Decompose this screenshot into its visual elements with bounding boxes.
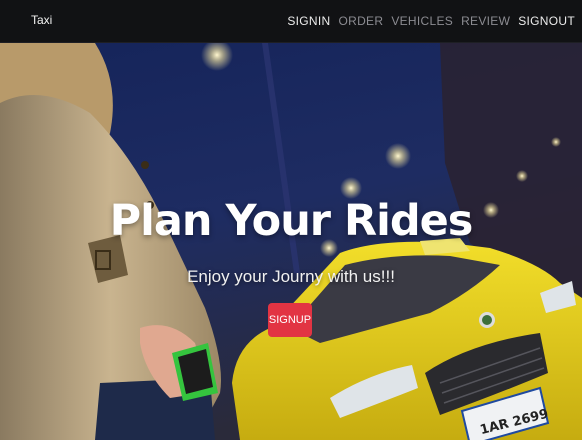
brand-link[interactable]: Taxi — [31, 13, 52, 27]
nav-link-order[interactable]: ORDER — [338, 14, 383, 28]
nav-links: SIGNIN ORDER VEHICLES REVIEW SIGNOUT — [287, 14, 575, 28]
top-navbar: Taxi SIGNIN ORDER VEHICLES REVIEW SIGNOU… — [0, 0, 582, 43]
nav-link-review[interactable]: REVIEW — [461, 14, 510, 28]
nav-link-vehicles[interactable]: VEHICLES — [391, 14, 453, 28]
hero-section: 1AR 2699 Plan Your Rides Enjoy your Jour… — [0, 43, 582, 440]
hero-subtitle: Enjoy your Journy with us!!! — [187, 267, 395, 286]
hero-title: Plan Your Rides — [109, 196, 474, 246]
signup-button[interactable]: SIGNUP — [268, 303, 312, 337]
nav-link-signout[interactable]: SIGNOUT — [518, 14, 575, 28]
nav-link-signin[interactable]: SIGNIN — [287, 14, 330, 28]
